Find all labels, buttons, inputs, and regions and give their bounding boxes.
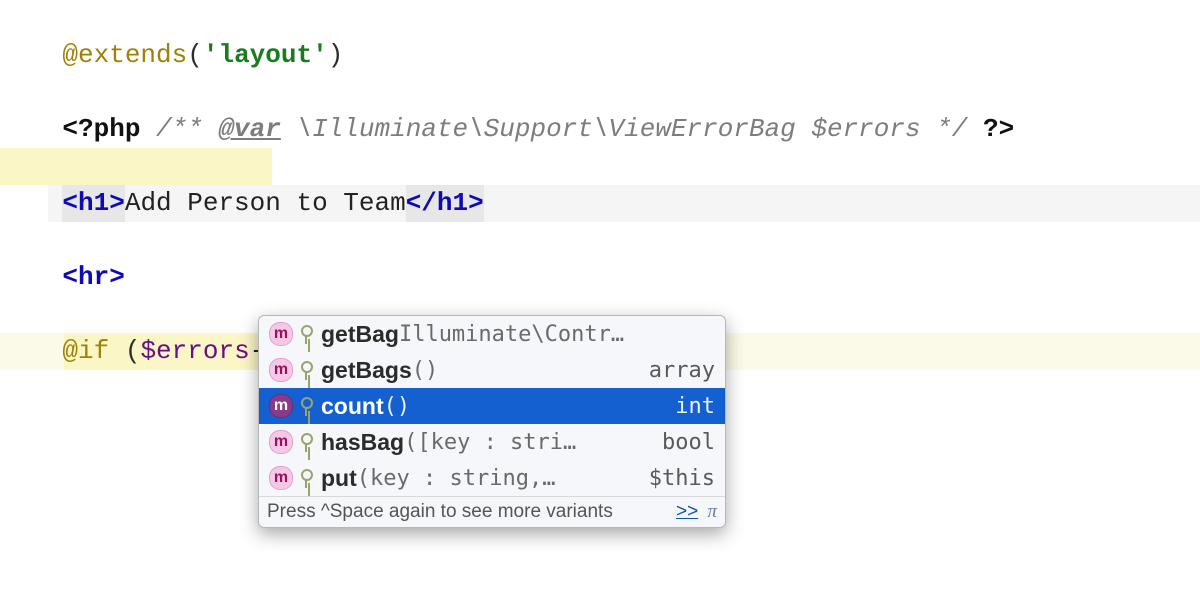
code-line[interactable]: [0, 111, 1200, 148]
autocomplete-item[interactable]: m getBags () array: [259, 352, 725, 388]
method-name: count: [321, 393, 384, 420]
html-tag-close: </h1>: [406, 188, 484, 218]
hint-more-link[interactable]: >>: [676, 501, 698, 522]
code-editor[interactable]: @extends('layout') <?php /** @var \Illum…: [0, 0, 1200, 600]
pi-icon[interactable]: π: [707, 501, 717, 522]
key-icon: [299, 397, 313, 416]
return-type: bool: [662, 430, 715, 455]
code-line[interactable]: [0, 37, 1200, 74]
method-icon: m: [269, 322, 293, 346]
return-type: array: [649, 358, 715, 383]
method-signature: Illuminate\Contr…: [399, 322, 709, 347]
method-icon: m: [269, 394, 293, 418]
code-line[interactable]: @extends('layout'): [0, 0, 1200, 37]
code-line[interactable]: <hr>: [0, 259, 1200, 296]
paren-open: (: [125, 336, 141, 366]
key-icon: [299, 433, 313, 452]
autocomplete-popup: m getBag Illuminate\Contr… m getBags () …: [258, 315, 726, 528]
autocomplete-item[interactable]: m put (key : string,… $this: [259, 460, 725, 496]
indent: [0, 262, 62, 292]
code-line[interactable]: <h1>Add Person to Team</h1>: [0, 185, 1200, 222]
indent: [0, 336, 62, 366]
autocomplete-hint: Press ^Space again to see more variants …: [259, 496, 725, 527]
method-icon: m: [269, 430, 293, 454]
method-icon: m: [269, 358, 293, 382]
html-tag-open: <h1>: [62, 188, 124, 218]
method-signature: ([key : stri…: [404, 430, 656, 455]
autocomplete-item[interactable]: m getBag Illuminate\Contr…: [259, 316, 725, 352]
key-icon: [299, 469, 313, 488]
hint-text: Press ^Space again to see more variants: [267, 497, 613, 527]
indent: [0, 188, 62, 218]
autocomplete-item-selected[interactable]: m count () int: [259, 388, 725, 424]
code-line[interactable]: <?php /** @var \Illuminate\Support\ViewE…: [0, 74, 1200, 111]
directive-if: @if: [62, 336, 124, 366]
method-name: put: [321, 465, 357, 492]
method-signature: (): [384, 394, 670, 419]
text-content: Add Person to Team: [125, 188, 406, 218]
method-signature: (key : string,…: [357, 466, 643, 491]
method-signature: (): [412, 358, 643, 383]
method-name: getBags: [321, 357, 412, 384]
method-icon: m: [269, 466, 293, 490]
key-icon: [299, 361, 313, 380]
return-type: $this: [649, 466, 715, 491]
return-type: int: [675, 394, 715, 419]
key-icon: [299, 325, 313, 344]
php-variable: $errors: [140, 336, 249, 366]
code-line[interactable]: @section('main'): [0, 148, 1200, 185]
method-name: getBag: [321, 321, 399, 348]
html-tag: <hr>: [62, 262, 124, 292]
autocomplete-item[interactable]: m hasBag ([key : stri… bool: [259, 424, 725, 460]
code-line[interactable]: [0, 222, 1200, 259]
method-name: hasBag: [321, 429, 404, 456]
